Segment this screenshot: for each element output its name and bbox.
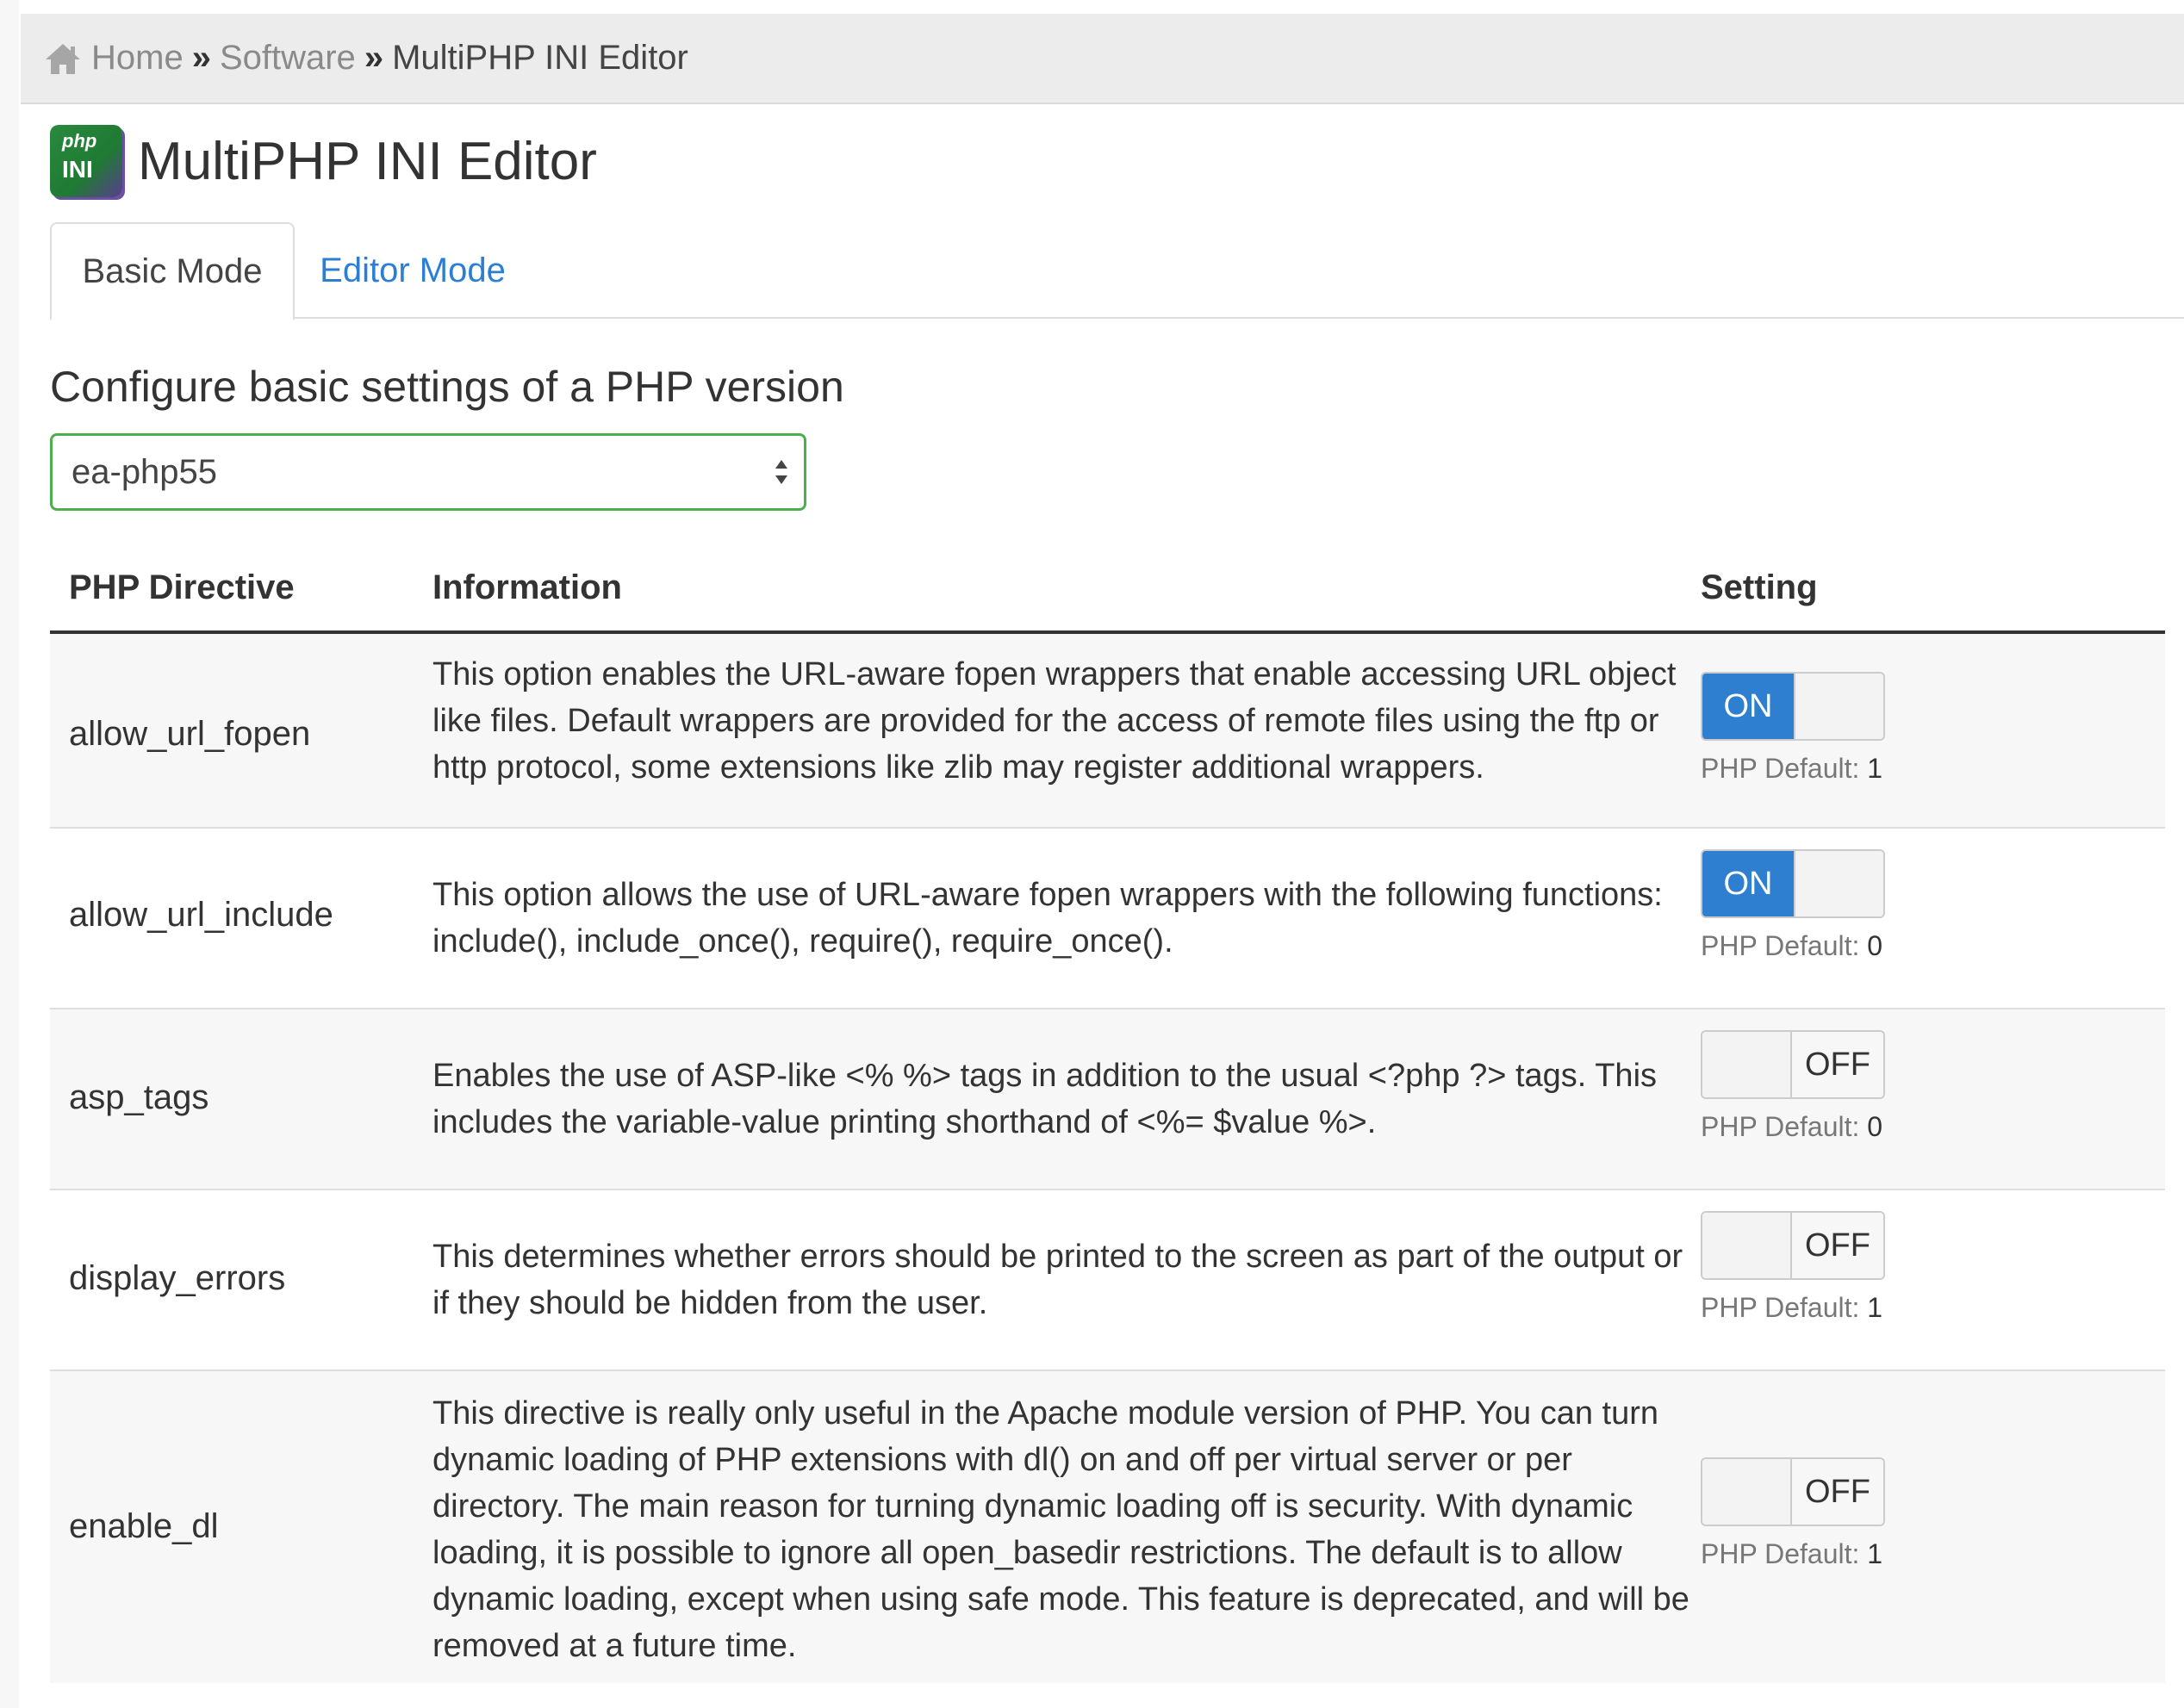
column-header-directive: PHP Directive: [69, 568, 295, 606]
section-heading: Configure basic settings of a PHP versio…: [50, 363, 844, 411]
directive-information: This option enables the URL-aware fopen …: [432, 656, 1677, 786]
directive-information: This determines whether errors should be…: [432, 1239, 1683, 1321]
table-row: display_errors This determines whether e…: [50, 1190, 2165, 1371]
php-default-label: PHP Default:: [1701, 753, 1860, 784]
directive-name: allow_url_include: [69, 896, 333, 934]
directive-name: asp_tags: [69, 1078, 209, 1116]
directive-information: This option allows the use of URL-aware …: [432, 877, 1663, 960]
page-title: MultiPHP INI Editor: [138, 131, 597, 191]
toggle-knob: [1702, 1459, 1792, 1525]
setting-cell: OFF PHP Default: 1: [1701, 1457, 1885, 1570]
left-gutter: [0, 0, 19, 1708]
php-default-value: 0: [1867, 930, 1883, 961]
display-errors-toggle[interactable]: OFF: [1701, 1211, 1885, 1280]
directive-information: This directive is really only useful in …: [432, 1395, 1689, 1664]
php-default-text: PHP Default: 1: [1701, 753, 1885, 785]
allow-url-include-toggle[interactable]: ON: [1701, 849, 1885, 918]
php-default-value: 0: [1867, 1111, 1883, 1142]
toggle-knob: [1702, 1213, 1792, 1278]
toggle-off-label: OFF: [1792, 1459, 1883, 1525]
php-default-value: 1: [1867, 1292, 1883, 1323]
directive-name: display_errors: [69, 1259, 286, 1297]
app-icon-ini-text: INI: [62, 156, 93, 183]
column-header-information: Information: [432, 568, 622, 606]
tab-basic-mode[interactable]: Basic Mode: [50, 222, 295, 320]
php-default-label: PHP Default:: [1701, 1538, 1860, 1569]
tab-editor-mode[interactable]: Editor Mode: [314, 222, 512, 319]
toggle-knob: [1794, 851, 1883, 916]
breadcrumb-separator: »: [191, 39, 211, 77]
table-row: allow_url_include This option allows the…: [50, 829, 2165, 1009]
page: Home » Software » MultiPHP INI Editor ph…: [0, 0, 2184, 1708]
php-default-label: PHP Default:: [1701, 930, 1860, 961]
php-default-label: PHP Default:: [1701, 1111, 1860, 1142]
breadcrumb-current: MultiPHP INI Editor: [392, 39, 688, 77]
breadcrumb: Home » Software » MultiPHP INI Editor: [21, 14, 2184, 104]
directives-table: PHP Directive Information Setting allow_…: [50, 551, 2165, 1683]
column-header-setting: Setting: [1701, 568, 1818, 606]
toggle-knob: [1794, 674, 1883, 739]
enable-dl-toggle[interactable]: OFF: [1701, 1457, 1885, 1526]
toggle-on-label: ON: [1702, 674, 1794, 739]
toggle-off-label: OFF: [1792, 1213, 1883, 1278]
php-default-label: PHP Default:: [1701, 1292, 1860, 1323]
breadcrumb-software-link[interactable]: Software: [220, 39, 356, 78]
app-icon-php-text: php: [62, 130, 97, 152]
toggle-knob: [1702, 1032, 1792, 1097]
allow-url-fopen-toggle[interactable]: ON: [1701, 672, 1885, 741]
mode-tabs: Basic Mode Editor Mode: [50, 222, 2184, 320]
table-header: PHP Directive Information Setting: [50, 551, 2165, 634]
table-row: asp_tags Enables the use of ASP-like <% …: [50, 1009, 2165, 1190]
toggle-off-label: OFF: [1792, 1032, 1883, 1097]
directive-name: enable_dl: [69, 1507, 219, 1545]
setting-cell: ON PHP Default: 1: [1701, 672, 1885, 785]
breadcrumb-separator: »: [364, 39, 384, 77]
breadcrumb-home-link[interactable]: Home: [91, 39, 184, 78]
directive-information: Enables the use of ASP-like <% %> tags i…: [432, 1058, 1658, 1140]
table-row: enable_dl This directive is really only …: [50, 1371, 2165, 1683]
multiphp-ini-icon: php INI: [50, 125, 122, 197]
php-default-text: PHP Default: 1: [1701, 1538, 1885, 1570]
php-default-text: PHP Default: 1: [1701, 1292, 1885, 1324]
toggle-on-label: ON: [1702, 851, 1794, 916]
directive-name: allow_url_fopen: [69, 715, 311, 753]
home-icon[interactable]: [43, 41, 83, 76]
asp-tags-toggle[interactable]: OFF: [1701, 1030, 1885, 1099]
setting-cell: OFF PHP Default: 0: [1701, 1030, 1885, 1143]
setting-cell: ON PHP Default: 0: [1701, 849, 1885, 962]
php-default-text: PHP Default: 0: [1701, 1111, 1885, 1143]
php-version-select[interactable]: ea-php55: [50, 433, 806, 511]
select-arrows-icon: [775, 460, 787, 484]
page-header: php INI MultiPHP INI Editor: [50, 125, 597, 197]
php-default-value: 1: [1867, 753, 1883, 784]
php-default-value: 1: [1867, 1538, 1883, 1569]
setting-cell: OFF PHP Default: 1: [1701, 1211, 1885, 1324]
table-row: allow_url_fopen This option enables the …: [50, 634, 2165, 829]
php-default-text: PHP Default: 0: [1701, 930, 1885, 962]
php-version-select-value: ea-php55: [72, 452, 218, 491]
